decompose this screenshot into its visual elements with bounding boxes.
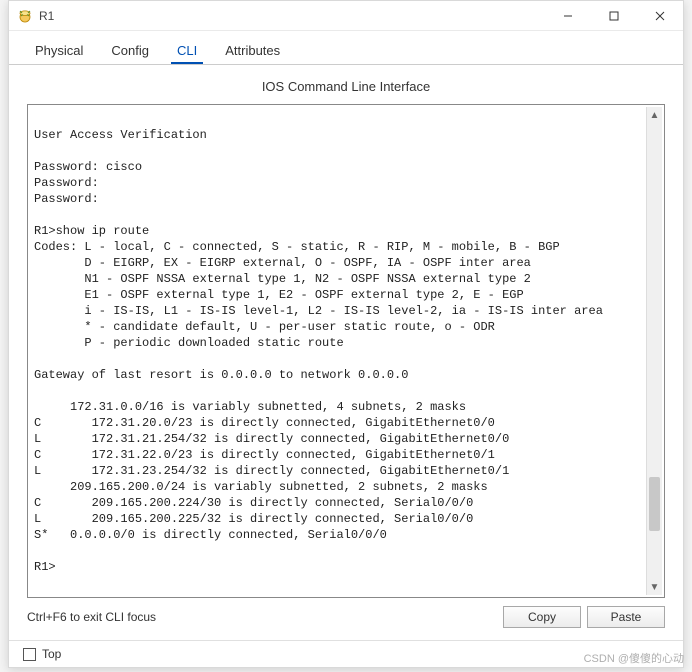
- router-icon: [17, 8, 33, 24]
- close-button[interactable]: [637, 1, 683, 31]
- scroll-down-icon[interactable]: ▼: [647, 579, 662, 595]
- scroll-up-icon[interactable]: ▲: [647, 107, 662, 123]
- cli-bottom-row: Ctrl+F6 to exit CLI focus Copy Paste: [27, 598, 665, 632]
- cli-focus-hint: Ctrl+F6 to exit CLI focus: [27, 610, 156, 624]
- terminal-frame: User Access Verification Password: cisco…: [27, 104, 665, 598]
- window-title: R1: [39, 9, 54, 23]
- titlebar: R1: [9, 1, 683, 31]
- tab-config[interactable]: Config: [99, 39, 161, 64]
- tab-cli[interactable]: CLI: [165, 39, 209, 64]
- window-controls: [545, 1, 683, 31]
- minimize-button[interactable]: [545, 1, 591, 31]
- tab-bar: Physical Config CLI Attributes: [9, 31, 683, 65]
- maximize-button[interactable]: [591, 1, 637, 31]
- cli-panel: IOS Command Line Interface User Access V…: [9, 65, 683, 640]
- top-checkbox-label: Top: [42, 647, 61, 661]
- tab-attributes[interactable]: Attributes: [213, 39, 292, 64]
- cli-title: IOS Command Line Interface: [27, 79, 665, 94]
- footer: Top: [9, 640, 683, 667]
- top-checkbox[interactable]: [23, 648, 36, 661]
- terminal-scrollbar[interactable]: ▲ ▼: [646, 107, 662, 595]
- copy-button[interactable]: Copy: [503, 606, 581, 628]
- paste-button[interactable]: Paste: [587, 606, 665, 628]
- app-window: R1 Physical Config CLI Attributes IOS Co…: [8, 0, 684, 668]
- terminal-output[interactable]: User Access Verification Password: cisco…: [30, 107, 646, 595]
- scrollbar-thumb[interactable]: [649, 477, 660, 531]
- tab-physical[interactable]: Physical: [23, 39, 95, 64]
